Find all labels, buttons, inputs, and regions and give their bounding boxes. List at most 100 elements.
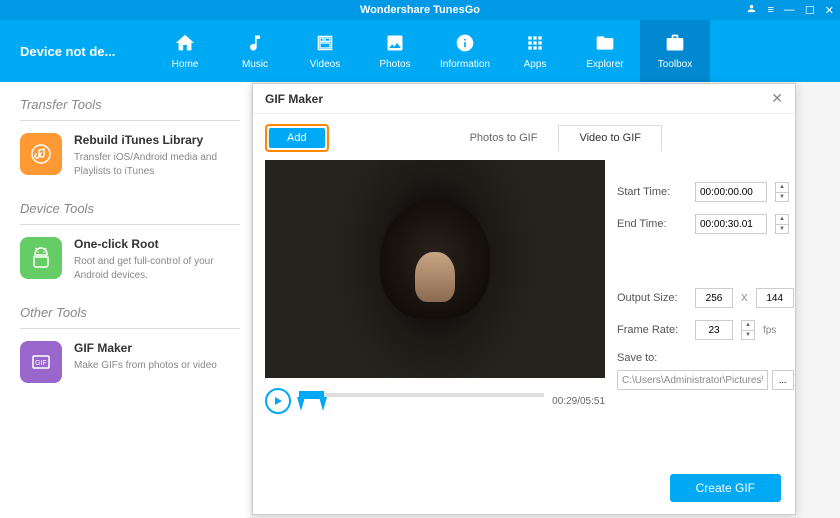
music-icon — [244, 32, 266, 54]
close-icon[interactable]: ✕ — [771, 90, 783, 107]
nav-explorer[interactable]: Explorer — [570, 20, 640, 82]
info-icon — [454, 32, 476, 54]
spinner-up-icon[interactable]: ▲ — [776, 215, 788, 225]
timeline-end-handle[interactable] — [319, 397, 327, 411]
nav-home[interactable]: Home — [150, 20, 220, 82]
photos-icon — [384, 32, 406, 54]
frame-rate-label: Frame Rate: — [617, 324, 687, 336]
start-time-spinner[interactable]: ▲▼ — [775, 182, 789, 202]
settings-column: Start Time: ▲▼ End Time: ▲▼ Output Size:… — [617, 160, 794, 414]
tab-video-to-gif[interactable]: Video to GIF — [558, 125, 662, 151]
frame-rate-input[interactable] — [695, 320, 733, 340]
play-button[interactable] — [265, 388, 291, 414]
close-icon[interactable]: ✕ — [825, 4, 834, 17]
gif-icon: GIF — [20, 341, 62, 383]
spinner-down-icon[interactable]: ▼ — [776, 193, 788, 202]
fps-label: fps — [763, 325, 776, 336]
tool-title: One-click Root — [74, 237, 240, 251]
nav-photos[interactable]: Photos — [360, 20, 430, 82]
browse-button[interactable]: ... — [772, 370, 794, 390]
window-controls: ≡ — ☐ ✕ — [746, 0, 834, 20]
dialog-footer: Create GIF — [670, 474, 781, 502]
tab-photos-to-gif[interactable]: Photos to GIF — [449, 125, 559, 151]
width-input[interactable] — [695, 288, 733, 308]
section-other-title: Other Tools — [20, 305, 240, 329]
nav-apps[interactable]: Apps — [500, 20, 570, 82]
nav-label: Home — [172, 59, 199, 70]
tool-desc: Make GIFs from photos or video — [74, 359, 217, 373]
svg-text:GIF: GIF — [35, 360, 47, 367]
menu-icon[interactable]: ≡ — [767, 4, 773, 16]
maximize-icon[interactable]: ☐ — [805, 4, 815, 17]
output-size-row: Output Size: X — [617, 288, 794, 308]
android-icon — [20, 237, 62, 279]
timeline[interactable] — [299, 389, 544, 413]
itunes-icon — [20, 133, 62, 175]
play-icon — [273, 396, 283, 406]
height-input[interactable] — [756, 288, 794, 308]
nav-label: Toolbox — [658, 59, 692, 70]
tool-text: GIF Maker Make GIFs from photos or video — [74, 341, 217, 383]
frame-rate-spinner[interactable]: ▲▼ — [741, 320, 755, 340]
titlebar: Wondershare TunesGo ≡ — ☐ ✕ — [0, 0, 840, 20]
timeline-track — [299, 393, 544, 397]
video-frame-image — [265, 160, 605, 378]
tool-text: Rebuild iTunes Library Transfer iOS/Andr… — [74, 133, 240, 179]
dialog-title: GIF Maker — [265, 92, 323, 106]
main-row: 00:29/05:51 Start Time: ▲▼ End Time: ▲▼ … — [265, 160, 783, 414]
dialog-header: GIF Maker ✕ — [253, 84, 795, 114]
topbar: Device not de... Home Music Videos Photo… — [0, 20, 840, 82]
nav-information[interactable]: Information — [430, 20, 500, 82]
output-size-label: Output Size: — [617, 292, 687, 304]
add-button[interactable]: Add — [269, 128, 325, 148]
timeline-start-handle[interactable] — [297, 397, 305, 411]
tool-title: Rebuild iTunes Library — [74, 133, 240, 147]
app-title: Wondershare TunesGo — [360, 4, 480, 16]
nav-music[interactable]: Music — [220, 20, 290, 82]
nav-label: Explorer — [586, 59, 623, 70]
nav-videos[interactable]: Videos — [290, 20, 360, 82]
save-path-input[interactable] — [617, 370, 768, 390]
playback-controls: 00:29/05:51 — [265, 388, 605, 414]
nav-toolbox[interactable]: Toolbox — [640, 20, 710, 82]
gif-maker-dialog: GIF Maker ✕ Add Photos to GIF Video to G… — [252, 83, 796, 515]
section-transfer-title: Transfer Tools — [20, 97, 240, 121]
tool-desc: Transfer iOS/Android media and Playlists… — [74, 151, 240, 179]
device-status[interactable]: Device not de... — [0, 44, 150, 59]
toolbox-icon — [664, 32, 686, 54]
x-separator: X — [741, 293, 748, 304]
start-time-label: Start Time: — [617, 186, 687, 198]
tool-rebuild-itunes[interactable]: Rebuild iTunes Library Transfer iOS/Andr… — [20, 133, 250, 179]
dialog-body: Add Photos to GIF Video to GIF — [253, 114, 795, 424]
apps-icon — [524, 32, 546, 54]
add-highlight: Add — [265, 124, 329, 152]
section-device-title: Device Tools — [20, 201, 240, 225]
spinner-up-icon[interactable]: ▲ — [776, 183, 788, 193]
nav-label: Information — [440, 59, 490, 70]
end-time-input[interactable] — [695, 214, 767, 234]
video-column: 00:29/05:51 — [265, 160, 605, 414]
end-time-row: End Time: ▲▼ — [617, 214, 794, 234]
tool-one-click-root[interactable]: One-click Root Root and get full-control… — [20, 237, 250, 283]
videos-icon — [314, 32, 336, 54]
tool-desc: Root and get full-control of your Androi… — [74, 255, 240, 283]
start-time-input[interactable] — [695, 182, 767, 202]
save-to-label: Save to: — [617, 352, 794, 364]
user-icon[interactable] — [746, 3, 757, 17]
tool-title: GIF Maker — [74, 341, 217, 355]
video-preview[interactable] — [265, 160, 605, 378]
time-display: 00:29/05:51 — [552, 396, 605, 407]
folder-icon — [594, 32, 616, 54]
create-gif-button[interactable]: Create GIF — [670, 474, 781, 502]
nav-label: Photos — [379, 59, 410, 70]
tool-gif-maker[interactable]: GIF GIF Maker Make GIFs from photos or v… — [20, 341, 250, 383]
nav-label: Music — [242, 59, 268, 70]
spinner-down-icon[interactable]: ▼ — [742, 331, 754, 340]
spinner-up-icon[interactable]: ▲ — [742, 321, 754, 331]
end-time-label: End Time: — [617, 218, 687, 230]
spinner-down-icon[interactable]: ▼ — [776, 225, 788, 234]
nav: Home Music Videos Photos Information App… — [150, 20, 840, 82]
minimize-icon[interactable]: — — [784, 4, 795, 16]
end-time-spinner[interactable]: ▲▼ — [775, 214, 789, 234]
nav-label: Apps — [524, 59, 547, 70]
